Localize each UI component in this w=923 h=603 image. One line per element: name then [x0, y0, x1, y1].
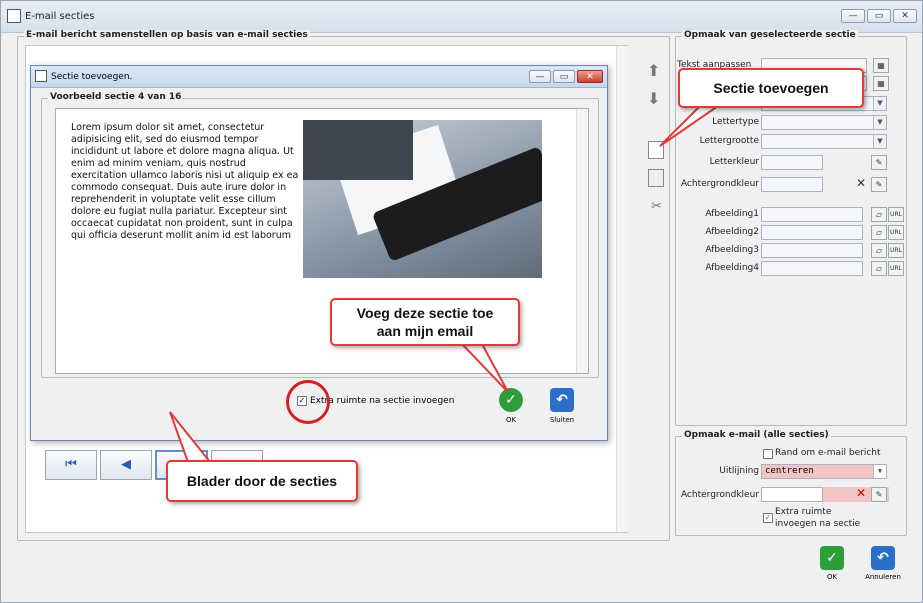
pointer-add-section	[659, 105, 722, 147]
callout-add-email-line2: aan mijn email	[376, 323, 474, 339]
callout-add-section: Sectie toevoegen	[678, 68, 864, 108]
pointer-add-email	[459, 343, 509, 393]
callout-add-section-text: Sectie toevoegen	[713, 80, 829, 96]
callout-add-to-email: Voeg deze sectie toe aan mijn email	[330, 298, 520, 346]
callout-add-email-line1: Voeg deze sectie toe	[356, 305, 494, 321]
callout-browse-text: Blader door de secties	[186, 473, 338, 489]
pointer-browse	[169, 411, 213, 463]
callout-browse: Blader door de secties	[166, 460, 358, 502]
